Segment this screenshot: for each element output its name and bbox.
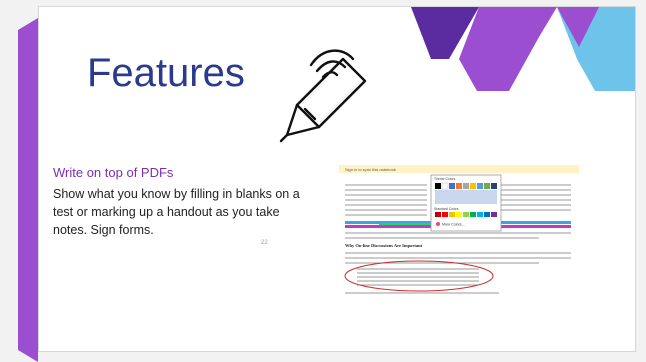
section-heading: Why On-line Discussions Are Important — [345, 243, 423, 248]
digital-pen-icon — [279, 49, 367, 143]
standard-color-swatches[interactable] — [435, 212, 497, 217]
left-accent-bar — [18, 18, 38, 362]
slide-subheading: Write on top of PDFs — [53, 165, 174, 180]
embedded-document-screenshot: Sign in to sync this notebook Why On-lin… — [339, 157, 579, 297]
slide-card: Features Write on top of PDFs Show what … — [38, 6, 636, 352]
more-colors-label[interactable]: More Colors... — [442, 223, 465, 227]
slide-title: Features — [87, 51, 245, 95]
standard-colors-label: Standard Colors — [434, 207, 459, 211]
page-number: 22 — [261, 240, 268, 246]
sync-notice: Sign in to sync this notebook — [345, 167, 396, 172]
theme-color-swatches[interactable] — [435, 182, 497, 204]
palette-title: Theme Colors — [434, 177, 456, 181]
document-preview: Sign in to sync this notebook Why On-lin… — [339, 157, 579, 297]
slide-body-text: Show what you know by filling in blanks … — [53, 187, 300, 237]
slide-canvas: Features Write on top of PDFs Show what … — [0, 0, 646, 362]
